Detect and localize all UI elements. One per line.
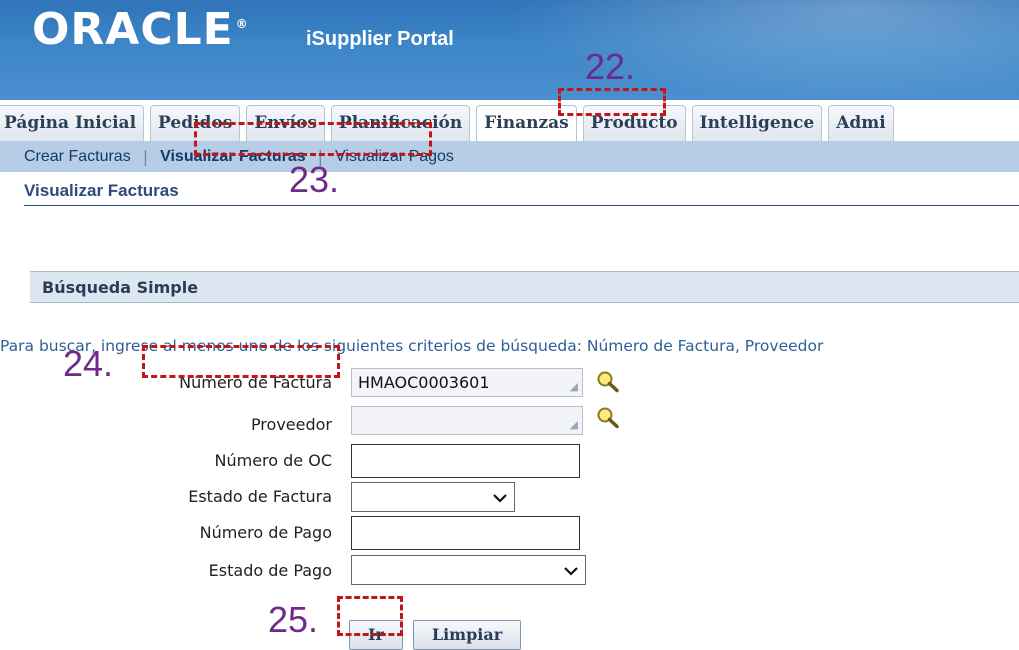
banner-swoosh	[439, 0, 1019, 100]
payment-number-input[interactable]	[351, 516, 580, 550]
invoice-number-value: HMAOC0003601	[358, 373, 490, 392]
subnav-crear-facturas[interactable]: Crear Facturas	[24, 148, 131, 166]
payment-status-select[interactable]	[351, 555, 586, 585]
resize-icon: ◢	[569, 418, 578, 431]
tab-pagina-inicial[interactable]: Página Inicial	[0, 105, 145, 141]
page-title: Visualizar Facturas	[24, 181, 179, 200]
annotation-box-24	[142, 345, 340, 378]
title-divider	[24, 205, 1019, 206]
po-number-input[interactable]	[351, 444, 580, 478]
portal-title: iSupplier Portal	[306, 28, 454, 50]
search-icon[interactable]	[595, 406, 621, 434]
section-header: Búsqueda Simple	[30, 271, 1019, 303]
invoice-status-label: Estado de Factura	[188, 487, 332, 506]
annotation-box-25	[337, 596, 403, 636]
tab-admin[interactable]: Admi	[828, 105, 894, 141]
annotation-box-22	[558, 88, 666, 116]
annotation-number-25: 25.	[268, 599, 319, 640]
section-title: Búsqueda Simple	[42, 278, 199, 297]
search-instructions: Para buscar, ingrese al menos uno de los…	[0, 337, 824, 355]
main-tabs: Página Inicial Pedidos Envíos Planificac…	[0, 103, 1019, 141]
payment-number-label: Número de Pago	[199, 523, 332, 542]
chevron-down-icon	[492, 489, 508, 508]
annotation-number-22: 22.	[585, 46, 636, 87]
payment-status-label: Estado de Pago	[208, 561, 332, 580]
logo-registered-mark: ®	[235, 17, 249, 31]
supplier-field[interactable]: ◢	[351, 406, 583, 435]
po-number-label: Número de OC	[214, 451, 333, 470]
chevron-down-icon	[563, 562, 579, 581]
header-banner: ORACLE ® iSupplier Portal	[0, 0, 1019, 100]
annotation-number-24: 24.	[63, 343, 114, 384]
sub-navigation: Crear Facturas | Visualizar Facturas | V…	[0, 141, 1019, 172]
supplier-label: Proveedor	[250, 415, 332, 434]
annotation-box-23	[194, 122, 432, 156]
invoice-number-field[interactable]: HMAOC0003601 ◢	[351, 368, 583, 397]
annotation-number-23: 23.	[289, 159, 340, 200]
clear-button[interactable]: Limpiar	[413, 620, 521, 650]
search-icon[interactable]	[595, 370, 621, 398]
resize-icon: ◢	[569, 380, 578, 393]
invoice-status-select[interactable]	[351, 482, 515, 512]
tab-intelligence[interactable]: Intelligence	[691, 105, 823, 141]
logo-text: ORACLE	[32, 4, 234, 55]
subnav-separator: |	[142, 147, 149, 166]
oracle-logo: ORACLE ®	[32, 6, 249, 54]
